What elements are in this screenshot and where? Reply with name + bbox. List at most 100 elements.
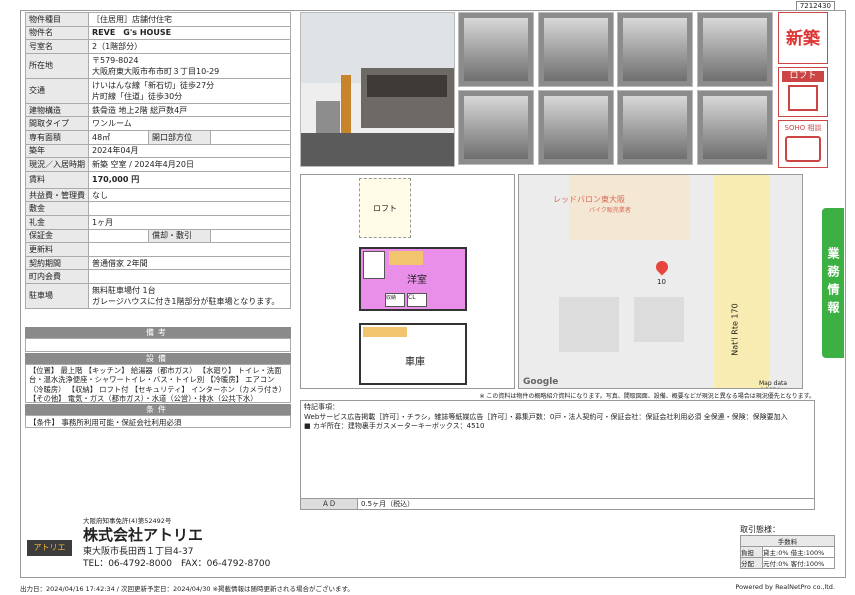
spec-value: 無料駐車場付 1台 ガレージハウスに付き1階部分が駐車場となります。 xyxy=(88,282,291,309)
spec-value: けいはんな線「新石切」徒歩27分 片町線「住道」徒歩30分 xyxy=(88,77,291,104)
spec-value: ワンルーム xyxy=(88,116,291,131)
spec-label: 契約期間 xyxy=(25,255,89,271)
map-poi-label: レッドバロン東大阪 xyxy=(553,195,625,204)
special-notes-box: 特記事項： Webサービス広告掲載［許可］・チラシ，雑誌等紙媒広告［許可］・募集… xyxy=(300,400,815,510)
spec-row: 共益費・管理費 なし xyxy=(25,187,291,203)
map-disclaimer: ※ この資料は物件の概略紹介資料になります。写真、間取図面、設備、概要などが現況… xyxy=(479,393,815,400)
spec-row: 建物構造 鉄骨造 地上2階 総戸数4戸 xyxy=(25,102,291,118)
spec-row: 町内会費 xyxy=(25,269,291,284)
garage: 車庫 xyxy=(359,323,467,385)
ad-label: ＡＤ xyxy=(300,498,358,510)
spec-row: 駐車場 無料駐車場付 1台 ガレージハウスに付き1階部分が駐車場となります。 xyxy=(25,282,291,309)
ad-value: 0.5ヶ月（税込） xyxy=(357,498,815,510)
interior-photo[interactable] xyxy=(697,90,773,165)
spec-label: 交通 xyxy=(25,77,89,104)
footer-output-date: 出力日：2024/04/16 17:42:34 / 次回更新予定日：2024/0… xyxy=(20,585,354,593)
western-room: 洋室 収納 CL xyxy=(359,247,467,311)
company-phone: TEL：06-4792-8000 FAX：06-4792-8700 xyxy=(83,559,271,569)
spec-table: 物件種目 ［住居用］店舗付住宅 物件名 REVE G's HOUSE 号室名 2（1階部分… xyxy=(25,12,291,309)
soho-badge: SOHO 相談 xyxy=(778,120,828,168)
map-pin-label: 10 xyxy=(657,278,666,286)
spec-label: 保証金 xyxy=(25,228,89,244)
spec-value xyxy=(88,269,291,284)
spec-label: 現況／入居時期 xyxy=(25,157,89,172)
spec-value: REVE G's HOUSE xyxy=(88,25,291,41)
google-logo: Google xyxy=(523,377,559,387)
spec-value xyxy=(88,228,149,244)
company-name: 株式会社アトリエ xyxy=(83,526,204,544)
spec-row: 物件名 REVE G's HOUSE xyxy=(25,25,291,41)
spec-value: 新築 空室 / 2024年4月20日 xyxy=(88,157,291,172)
spec-label: 更新料 xyxy=(25,242,89,257)
spec-row: 物件種目 ［住居用］店舗付住宅 xyxy=(25,12,291,27)
spec-row: 更新料 xyxy=(25,242,291,257)
floor-plan[interactable]: ロフト 洋室 収納 CL 車庫 xyxy=(300,174,515,389)
interior-photo[interactable] xyxy=(538,90,614,165)
spec-row: 契約期間 普通借家 2年間 xyxy=(25,255,291,271)
map-pin-icon[interactable] xyxy=(653,258,671,276)
location-map[interactable]: レッドバロン東大阪 バイク販売業者 10 Nat'l Rte 170 Googl… xyxy=(518,174,803,389)
spec-label: 建物構造 xyxy=(25,102,89,118)
conditions-header: 条件 xyxy=(25,404,291,415)
spec-value xyxy=(88,242,291,257)
spec-label: 駐車場 xyxy=(25,282,89,309)
interior-photo[interactable] xyxy=(617,12,693,87)
spec-value: 48㎡ xyxy=(88,129,149,145)
loft-badge: ロフト xyxy=(778,67,828,117)
spec-label: 敷金 xyxy=(25,201,89,216)
footer-credit: Powered by RealNetPro co.,ltd. xyxy=(735,583,835,591)
spec-row: 間取タイプ ワンルーム xyxy=(25,116,291,131)
spec-row: 礼金 1ヶ月 xyxy=(25,214,291,230)
spec-value: 170,000 円 xyxy=(88,170,291,189)
spec-row: 号室名 2（1階部分） xyxy=(25,39,291,54)
company-logo: アトリエ xyxy=(27,540,72,556)
map-credit: Map data ©2024 xyxy=(759,380,788,388)
spec-value: ［住居用］店舗付住宅 xyxy=(88,12,291,27)
spec-row: 賃料 170,000 円 xyxy=(25,170,291,189)
spec-value xyxy=(88,201,291,216)
spec-row: 所在地 〒579-8024 大阪府東大阪市布市町３丁目10-29 xyxy=(25,52,291,79)
interior-photo[interactable] xyxy=(538,12,614,87)
spec-value: 2（1階部分） xyxy=(88,39,291,54)
map-road-label: Nat'l Rte 170 xyxy=(730,303,740,356)
map-poi-sub: バイク販売業者 xyxy=(589,207,631,214)
spec-row: 敷金 xyxy=(25,201,291,216)
spec-label: 築年 xyxy=(25,143,89,159)
spec-row: 築年 2024年04月 xyxy=(25,143,291,159)
interior-photo[interactable] xyxy=(617,90,693,165)
spec-value: なし xyxy=(88,187,291,203)
spec-label: 専有面積 xyxy=(25,129,89,145)
fee-table: 手数料 負担 貸主:0% 借主:100% 分配 元付:0% 客付:100% xyxy=(740,535,835,569)
equipment-text: 【位置】 最上階 【キッチン】 給湯器（都市ガス） 【水廻り】 トイレ・洗面台・… xyxy=(25,364,291,403)
spec-row: 現況／入居時期 新築 空室 / 2024年4月20日 xyxy=(25,157,291,172)
special-note-line: Webサービス広告掲載［許可］・チラシ，雑誌等紙媒広告［許可］・募集戸数：0戸・… xyxy=(304,413,788,421)
new-build-badge: 新築 xyxy=(778,12,828,64)
special-note-line: ■ カギ所在：建物裏手ガスメーターキーボックス：4510 xyxy=(304,422,485,430)
remarks-header: 備考 xyxy=(25,327,291,338)
interior-photo[interactable] xyxy=(458,90,534,165)
spec-value: 2024年04月 xyxy=(88,143,291,159)
spec-row: 専有面積 48㎡ 開口部方位 xyxy=(25,129,291,145)
conditions-text: 【条件】 事務所利用可能・保証会社利用必須 xyxy=(25,415,291,428)
building-exterior-photo[interactable] xyxy=(300,12,455,167)
interior-photo[interactable] xyxy=(697,12,773,87)
torihiki-title: 取引態様： xyxy=(740,525,780,534)
spec-value: 1ヶ月 xyxy=(88,214,291,230)
spec-label: 間取タイプ xyxy=(25,116,89,131)
spec-value: 〒579-8024 大阪府東大阪市布市町３丁目10-29 xyxy=(88,52,291,79)
spec-label: 共益費・管理費 xyxy=(25,187,89,203)
interior-photo[interactable] xyxy=(458,12,534,87)
spec-label: 号室名 xyxy=(25,39,89,54)
spec-label: 物件名 xyxy=(25,25,89,41)
spec-row: 交通 けいはんな線「新石切」徒歩27分 片町線「住道」徒歩30分 xyxy=(25,77,291,104)
spec-label: 礼金 xyxy=(25,214,89,230)
loft-area: ロフト xyxy=(359,178,411,238)
spec-label: 所在地 xyxy=(25,52,89,79)
equipment-header: 設備 xyxy=(25,353,291,364)
spec-value: 鉄骨造 地上2階 総戸数4戸 xyxy=(88,102,291,118)
side-tab-business-info[interactable]: 業務情報 xyxy=(822,208,844,358)
spec-row: 保証金 償却・敷引 xyxy=(25,228,291,244)
spec-label: 物件種目 xyxy=(25,12,89,27)
spec-label: 町内会費 xyxy=(25,269,89,284)
remarks-box xyxy=(25,338,291,352)
